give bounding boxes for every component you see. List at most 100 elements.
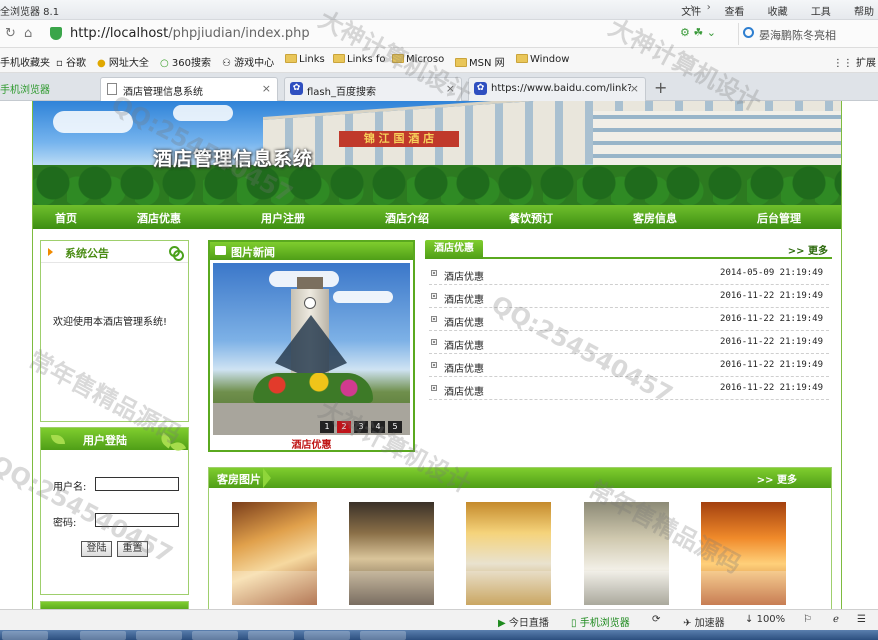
taskbar-button[interactable]: [136, 631, 182, 640]
refresh-icon[interactable]: ↻: [5, 26, 16, 41]
address-tools-icon[interactable]: ⚙ ☘ ⌄: [680, 26, 716, 39]
menu-help[interactable]: 帮助: [854, 7, 874, 18]
fav-microsoft[interactable]: Microso: [392, 54, 444, 65]
photo-news-slideshow[interactable]: 1 2 3 4 5: [213, 263, 410, 435]
site-banner: 锦 江 国 酒 店 酒店管理信息系统: [33, 101, 841, 205]
slide-page-2[interactable]: 2: [337, 421, 351, 433]
taskbar-button[interactable]: [192, 631, 238, 640]
promotion-title[interactable]: 酒店优惠: [444, 383, 484, 398]
page-icon: ▫: [56, 58, 63, 69]
tab-flash-search[interactable]: ✿ flash_百度搜索 ×: [284, 77, 462, 101]
taskbar-button[interactable]: [80, 631, 126, 640]
room-photo[interactable]: [584, 502, 669, 605]
tab-baidu-link[interactable]: ✿ https://www.baidu.com/link?... ×: [468, 77, 646, 101]
fav-sites[interactable]: ● 网址大全: [97, 54, 149, 69]
username-input[interactable]: [95, 477, 179, 491]
close-icon[interactable]: ×: [630, 82, 639, 95]
login-button[interactable]: 登陆: [81, 541, 112, 557]
close-icon[interactable]: ×: [262, 82, 271, 95]
browser-menu: 文件 查看 收藏 工具 帮助: [661, 3, 874, 18]
tab-title: flash_百度搜索: [307, 87, 376, 98]
nav-home[interactable]: 首页: [55, 210, 77, 226]
nav-promotions[interactable]: 酒店优惠: [137, 210, 181, 226]
menu-file[interactable]: 文件: [681, 7, 701, 18]
ie-icon[interactable]: ℯ: [833, 614, 839, 625]
promotion-item[interactable]: 酒店优惠 2014-05-09 21:19:49: [429, 262, 829, 285]
fav-360[interactable]: ○ 360搜索: [160, 54, 211, 69]
fav-google[interactable]: ▫ 谷歌: [56, 54, 86, 69]
square-bullet-icon: [431, 385, 437, 391]
search-box[interactable]: 晏海鹏陈冬亮相: [738, 23, 876, 45]
promotion-title[interactable]: 酒店优惠: [444, 268, 484, 283]
promotion-item[interactable]: 酒店优惠 2016-11-22 21:19:49: [429, 354, 829, 377]
promotion-item[interactable]: 酒店优惠 2016-11-22 21:19:49: [429, 285, 829, 308]
baidu-paw-icon: ✿: [474, 82, 487, 95]
nav-register[interactable]: 用户注册: [261, 210, 305, 226]
nav-room-info[interactable]: 客房信息: [633, 210, 677, 226]
reset-button[interactable]: 重置: [117, 541, 148, 557]
menu-favorites[interactable]: 收藏: [768, 7, 788, 18]
slide-page-4[interactable]: 4: [371, 421, 385, 433]
menu-view[interactable]: 查看: [724, 7, 744, 18]
link-rings-icon[interactable]: [169, 246, 184, 261]
mobile-browser-button[interactable]: ▯ 手机浏览器: [571, 614, 630, 629]
room-photo[interactable]: [349, 502, 434, 605]
fav-windows[interactable]: Window: [516, 54, 569, 65]
room-photo[interactable]: [701, 502, 786, 605]
taskbar-button[interactable]: [360, 631, 406, 640]
new-tab-icon[interactable]: +: [654, 78, 667, 97]
slide-page-5[interactable]: 5: [388, 421, 402, 433]
promotion-item[interactable]: 酒店优惠 2016-11-22 21:19:49: [429, 308, 829, 331]
promotion-date: 2016-11-22 21:19:49: [720, 337, 823, 347]
browser-app-title: 全浏览器 8.1: [0, 7, 60, 18]
zoom-control[interactable]: ↓ 100%: [745, 614, 785, 625]
slide-page-3[interactable]: 3: [354, 421, 368, 433]
room-pictures-more-link[interactable]: >> 更多: [757, 471, 797, 486]
room-photo[interactable]: [232, 502, 317, 605]
flag-icon[interactable]: ⚐: [803, 614, 812, 625]
promotions-more-link[interactable]: >> 更多: [788, 242, 828, 257]
tab-hotel-system[interactable]: 酒店管理信息系统 ×: [100, 77, 278, 102]
fav-mobile[interactable]: 手机收藏夹: [0, 54, 50, 69]
folder-icon: [455, 58, 467, 67]
nav-admin[interactable]: 后台管理: [757, 210, 801, 226]
taskbar-button[interactable]: [248, 631, 294, 640]
menu-tools[interactable]: 工具: [811, 7, 831, 18]
room-bed: [232, 571, 317, 605]
download-icon[interactable]: ⟳: [652, 614, 660, 625]
promotion-title[interactable]: 酒店优惠: [444, 360, 484, 375]
taskbar-button[interactable]: [2, 631, 48, 640]
fav-links-fo[interactable]: Links fo: [333, 54, 386, 65]
fav-links[interactable]: Links: [285, 54, 325, 65]
square-bullet-icon: [431, 293, 437, 299]
url-text[interactable]: http://localhost/phpjiudian/index.php: [70, 26, 310, 41]
username-label: 用户名:: [53, 482, 87, 493]
room-photo[interactable]: [466, 502, 551, 605]
promotion-title[interactable]: 酒店优惠: [444, 291, 484, 306]
nav-about-hotel[interactable]: 酒店介绍: [385, 210, 429, 226]
search-text[interactable]: 晏海鹏陈冬亮相: [759, 27, 836, 43]
promotions-tab[interactable]: 酒店优惠: [425, 240, 483, 259]
accelerator-button[interactable]: ✈ 加速器: [683, 614, 725, 629]
taskbar-button[interactable]: [304, 631, 350, 640]
live-tv-button[interactable]: ▶ 今日直播: [498, 614, 549, 629]
fav-games[interactable]: ⚇ 游戏中心: [222, 54, 274, 69]
promotion-title[interactable]: 酒店优惠: [444, 337, 484, 352]
menu-lines-icon[interactable]: ☰: [857, 614, 866, 625]
home-icon[interactable]: ⌂: [24, 26, 32, 41]
fav-msn[interactable]: MSN 网: [455, 54, 505, 69]
url-field[interactable]: http://localhost/phpjiudian/index.php: [46, 23, 676, 45]
extensions-button[interactable]: ⋮⋮ 扩展: [833, 54, 876, 69]
mobile-browser-link[interactable]: 手机浏览器: [0, 81, 50, 96]
promotion-title[interactable]: 酒店优惠: [444, 314, 484, 329]
close-icon[interactable]: ×: [446, 82, 455, 95]
slide-page-1[interactable]: 1: [320, 421, 334, 433]
promotion-item[interactable]: 酒店优惠 2016-11-22 21:19:49: [429, 331, 829, 354]
nav-dining-booking[interactable]: 餐饮预订: [509, 210, 553, 226]
promotions-header: 酒店优惠 >> 更多: [425, 240, 832, 259]
circle-icon: ○: [160, 58, 169, 69]
promotion-date: 2016-11-22 21:19:49: [720, 314, 823, 324]
password-input[interactable]: [95, 513, 179, 527]
promotion-item[interactable]: 酒店优惠 2016-11-22 21:19:49: [429, 377, 829, 400]
photo-caption[interactable]: 酒店优惠: [210, 436, 413, 451]
